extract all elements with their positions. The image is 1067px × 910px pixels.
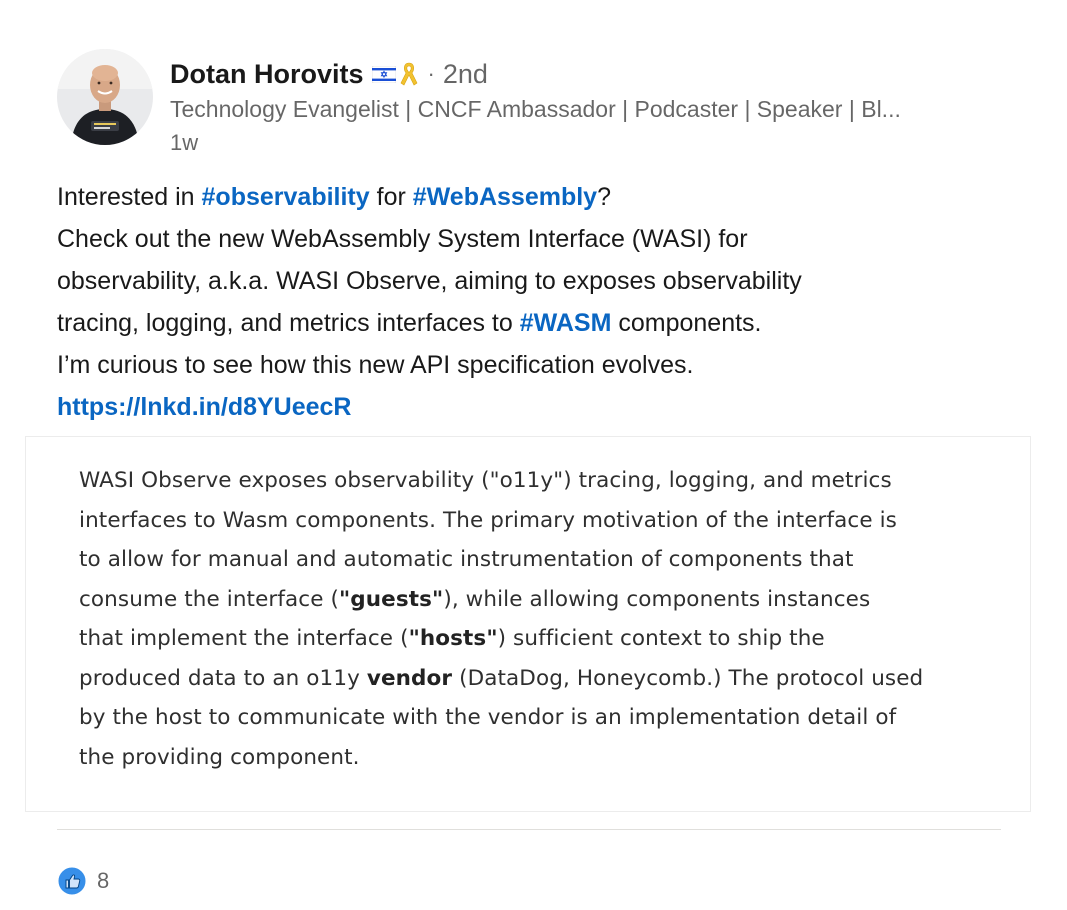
image-text-line-5: that implement the interface ("hosts") s… <box>79 619 923 659</box>
reaction-count: 8 <box>97 868 110 893</box>
image-text-line-7: by the host to communicate with the vend… <box>79 705 897 730</box>
post-text-segment: for <box>369 183 413 211</box>
author-headline: Technology Evangelist | CNCF Ambassador … <box>170 96 901 122</box>
reactions-summary[interactable]: 8 <box>57 866 109 896</box>
post-timestamp: 1w <box>170 130 199 155</box>
image-text-line-4: consume the interface ("guests"), while … <box>79 580 923 620</box>
post-image[interactable]: WASI Observe exposes observability ("o11… <box>25 436 1031 812</box>
image-text-segment: ), while allowing components instances <box>443 586 871 612</box>
post-line-4: tracing, logging, and metrics interfaces… <box>57 302 1027 344</box>
image-text-line-3: to allow for manual and automatic instru… <box>79 547 854 572</box>
image-text-segment: ) sufficient context to ship the <box>497 626 825 651</box>
image-text-segment: that implement the interface ( <box>79 626 409 651</box>
image-text-line-6: produced data to an o11y vendor (DataDog… <box>79 659 923 699</box>
connection-degree: 2nd <box>442 58 488 89</box>
post-link[interactable]: https://lnkd.in/d8YUeecR <box>57 393 351 421</box>
image-text-bold: "guests" <box>338 586 444 612</box>
post-text-segment: ? <box>597 183 611 211</box>
image-text-segment: consume the interface ( <box>79 586 339 612</box>
author-name[interactable]: Dotan Horovits <box>170 59 364 90</box>
image-text-segment: (DataDog, Honeycomb.) The protocol used <box>452 665 924 691</box>
social-divider <box>57 829 1001 830</box>
author-name-line: Dotan Horovits · 2nd <box>170 56 488 92</box>
post-line-6: https://lnkd.in/d8YUeecR <box>57 386 1027 428</box>
image-text-bold: "hosts" <box>408 626 498 651</box>
post-body: Interested in #observability for #WebAss… <box>57 176 1027 428</box>
post-line-3: observability, a.k.a. WASI Observe, aimi… <box>57 267 802 295</box>
like-icon <box>57 866 87 896</box>
post-text-segment: tracing, logging, and metrics interfaces… <box>57 309 520 337</box>
yellow-ribbon-icon <box>399 61 419 87</box>
post-text-segment: Interested in <box>57 183 202 211</box>
profile-photo-icon <box>57 49 153 145</box>
image-text-segment: produced data to an o11y <box>79 665 367 691</box>
hashtag-wasm[interactable]: #WASM <box>520 309 612 337</box>
author-avatar[interactable] <box>57 49 153 145</box>
image-text-bold: vendor <box>366 665 453 691</box>
post-line-2: Check out the new WebAssembly System Int… <box>57 225 748 253</box>
image-text-line-2: interfaces to Wasm components. The prima… <box>79 507 897 533</box>
post-line-5: I’m curious to see how this new API spec… <box>57 351 694 379</box>
post-line-1: Interested in #observability for #WebAss… <box>57 176 1027 218</box>
hashtag-webassembly[interactable]: #WebAssembly <box>413 183 597 211</box>
post-text-segment: components. <box>611 309 762 337</box>
hashtag-observability[interactable]: #observability <box>202 183 370 211</box>
separator-dot: · <box>427 61 435 86</box>
israel-flag-icon <box>371 65 396 83</box>
post-image-text: WASI Observe exposes observability ("o11… <box>79 461 923 777</box>
image-text-line-8: the providing component. <box>79 744 360 770</box>
image-text-line-1: WASI Observe exposes observability ("o11… <box>79 468 892 493</box>
